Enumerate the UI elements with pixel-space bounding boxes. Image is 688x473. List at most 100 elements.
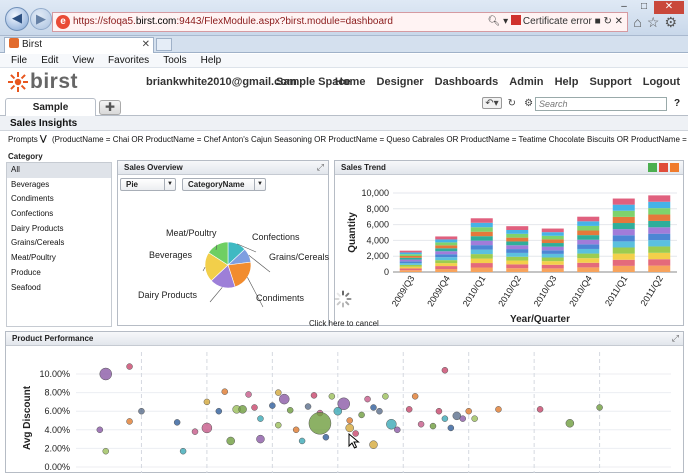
export-excel-icon[interactable] bbox=[648, 163, 657, 172]
browser-tab[interactable]: Birst ✕ bbox=[4, 37, 154, 53]
menu-tools[interactable]: Tools bbox=[163, 54, 186, 67]
sales-overview-panel: Sales Overview ⤢ Pie ▼ CategoryName ▼ Meat… bbox=[117, 160, 329, 326]
home-icon[interactable]: ⌂ bbox=[633, 14, 646, 30]
certificate-error-button[interactable]: Certificate error bbox=[510, 15, 592, 27]
bar-segment bbox=[399, 250, 422, 253]
category-item-all[interactable]: All bbox=[7, 163, 111, 178]
bar-segment bbox=[541, 243, 564, 247]
category-item-beverages[interactable]: Beverages bbox=[7, 178, 111, 193]
bubble-point bbox=[251, 404, 258, 411]
category-item-condiments[interactable]: Condiments bbox=[7, 192, 111, 207]
bubble-point bbox=[459, 415, 466, 422]
nav-dashboards[interactable]: Dashboards bbox=[435, 76, 499, 88]
address-bar[interactable]: e https://sfoqa5.birst.com:9443/FlexModu… bbox=[52, 12, 628, 32]
bar-segment bbox=[577, 262, 600, 268]
export-pdf-icon[interactable] bbox=[659, 163, 668, 172]
bar-segment bbox=[541, 257, 564, 262]
stop-icon[interactable]: ✕ bbox=[615, 16, 623, 27]
bar-segment bbox=[648, 252, 671, 260]
category-item-produce[interactable]: Produce bbox=[7, 266, 111, 281]
dropdown-icon[interactable]: ▾ bbox=[503, 16, 508, 27]
close-window-button[interactable]: ✕ bbox=[654, 1, 684, 14]
bubble-point bbox=[394, 426, 401, 434]
x-tick-label: 2010/Q4 bbox=[567, 274, 594, 309]
bubble-point bbox=[298, 437, 306, 445]
bubble-point bbox=[565, 419, 575, 428]
refresh-icon[interactable]: ↻ bbox=[603, 16, 611, 27]
bubble-point bbox=[447, 424, 455, 432]
bar-segment bbox=[506, 256, 529, 261]
menu-view[interactable]: View bbox=[72, 54, 94, 67]
category-item-confections[interactable]: Confections bbox=[7, 207, 111, 222]
nav-admin[interactable]: Admin bbox=[509, 76, 543, 88]
close-tab-icon[interactable]: ✕ bbox=[142, 38, 150, 52]
bar-segment bbox=[399, 257, 422, 260]
category-item-grains-cereals[interactable]: Grains/Cereals bbox=[7, 236, 111, 251]
menu-edit[interactable]: Edit bbox=[41, 54, 58, 67]
bubble-point bbox=[337, 397, 350, 411]
export-ppt-icon[interactable] bbox=[670, 163, 679, 172]
birst-favicon-icon bbox=[9, 38, 19, 48]
url-text[interactable]: https://sfoqa5.birst.com:9443/FlexModule… bbox=[73, 16, 393, 27]
y-tick-label: 0.00% bbox=[44, 462, 70, 472]
bubble-point bbox=[417, 420, 425, 428]
bar-segment bbox=[541, 268, 564, 272]
pie-label: Condiments bbox=[256, 293, 305, 303]
nav-designer[interactable]: Designer bbox=[377, 76, 424, 88]
bubble-point bbox=[376, 407, 383, 415]
bubble-point bbox=[257, 415, 264, 422]
category-item-seafood[interactable]: Seafood bbox=[7, 281, 111, 296]
compat-view-icon[interactable]: ■ bbox=[595, 16, 601, 27]
new-tab-button[interactable] bbox=[156, 38, 172, 51]
menu-help[interactable]: Help bbox=[201, 54, 222, 67]
undo-dropdown-button[interactable]: ↶▾ bbox=[482, 97, 502, 109]
bar-segment bbox=[399, 256, 422, 258]
bar-segment bbox=[399, 252, 422, 255]
help-icon[interactable]: ? bbox=[674, 98, 680, 109]
search-icon[interactable]: 🔍︎ bbox=[488, 16, 501, 27]
bar-segment bbox=[577, 225, 600, 231]
menu-favorites[interactable]: Favorites bbox=[108, 54, 149, 67]
nav-help[interactable]: Help bbox=[555, 76, 579, 88]
dashboard-search-input[interactable] bbox=[535, 97, 667, 111]
cancel-loading-link[interactable]: Click here to cancel bbox=[309, 319, 379, 328]
nav-logout[interactable]: Logout bbox=[643, 76, 680, 88]
page-header: Sales Insights bbox=[0, 116, 688, 131]
pie-leader-line bbox=[209, 287, 223, 303]
maximize-icon[interactable]: ⤢ bbox=[317, 162, 324, 173]
bar-segment bbox=[435, 269, 458, 272]
bar-segment bbox=[435, 257, 458, 261]
sales-overview-title: Sales Overview bbox=[124, 163, 183, 172]
bar-segment bbox=[506, 249, 529, 253]
settings-gear-icon[interactable]: ⚙ bbox=[522, 98, 536, 110]
bar-segment bbox=[541, 232, 564, 236]
menu-file[interactable]: File bbox=[11, 54, 27, 67]
category-item-dairy-products[interactable]: Dairy Products bbox=[7, 222, 111, 237]
refresh-icon[interactable]: ↻ bbox=[505, 98, 519, 110]
bar-segment bbox=[399, 261, 422, 264]
nav-home[interactable]: Home bbox=[335, 76, 366, 88]
sales-trend-bar-chart: 0 2,000 4,000 6,000 8,000 10,000 2009/Q3 2009/Q… bbox=[347, 188, 677, 325]
nav-support[interactable]: Support bbox=[590, 76, 632, 88]
category-item-meat-poultry[interactable]: Meat/Poultry bbox=[7, 251, 111, 266]
chevron-down-icon[interactable]: ⋁ bbox=[40, 134, 47, 143]
back-button[interactable]: ◀ bbox=[5, 7, 29, 31]
bar-segment bbox=[541, 228, 564, 233]
minimize-button[interactable]: – bbox=[614, 1, 634, 14]
gear-icon[interactable]: ⚙ bbox=[664, 14, 682, 30]
mouse-cursor-icon bbox=[348, 433, 360, 449]
bar-segment bbox=[612, 241, 635, 248]
favorites-star-icon[interactable]: ☆ bbox=[647, 14, 665, 30]
bubble-point bbox=[310, 392, 318, 399]
pie-label: Grains/Cereals bbox=[269, 252, 330, 262]
maximize-button[interactable]: □ bbox=[634, 1, 654, 14]
tab-sample-dashboard[interactable]: Sample Dashboard bbox=[5, 98, 96, 130]
add-page-button[interactable]: ✚ bbox=[99, 100, 121, 115]
bar-segment bbox=[435, 263, 458, 267]
bar-segment bbox=[470, 240, 493, 246]
bar-segment bbox=[470, 231, 493, 237]
bar-segment bbox=[648, 246, 671, 253]
maximize-icon[interactable]: ⤢ bbox=[672, 333, 679, 344]
bar-segment bbox=[470, 249, 493, 255]
forward-button[interactable]: ▶ bbox=[30, 8, 52, 30]
